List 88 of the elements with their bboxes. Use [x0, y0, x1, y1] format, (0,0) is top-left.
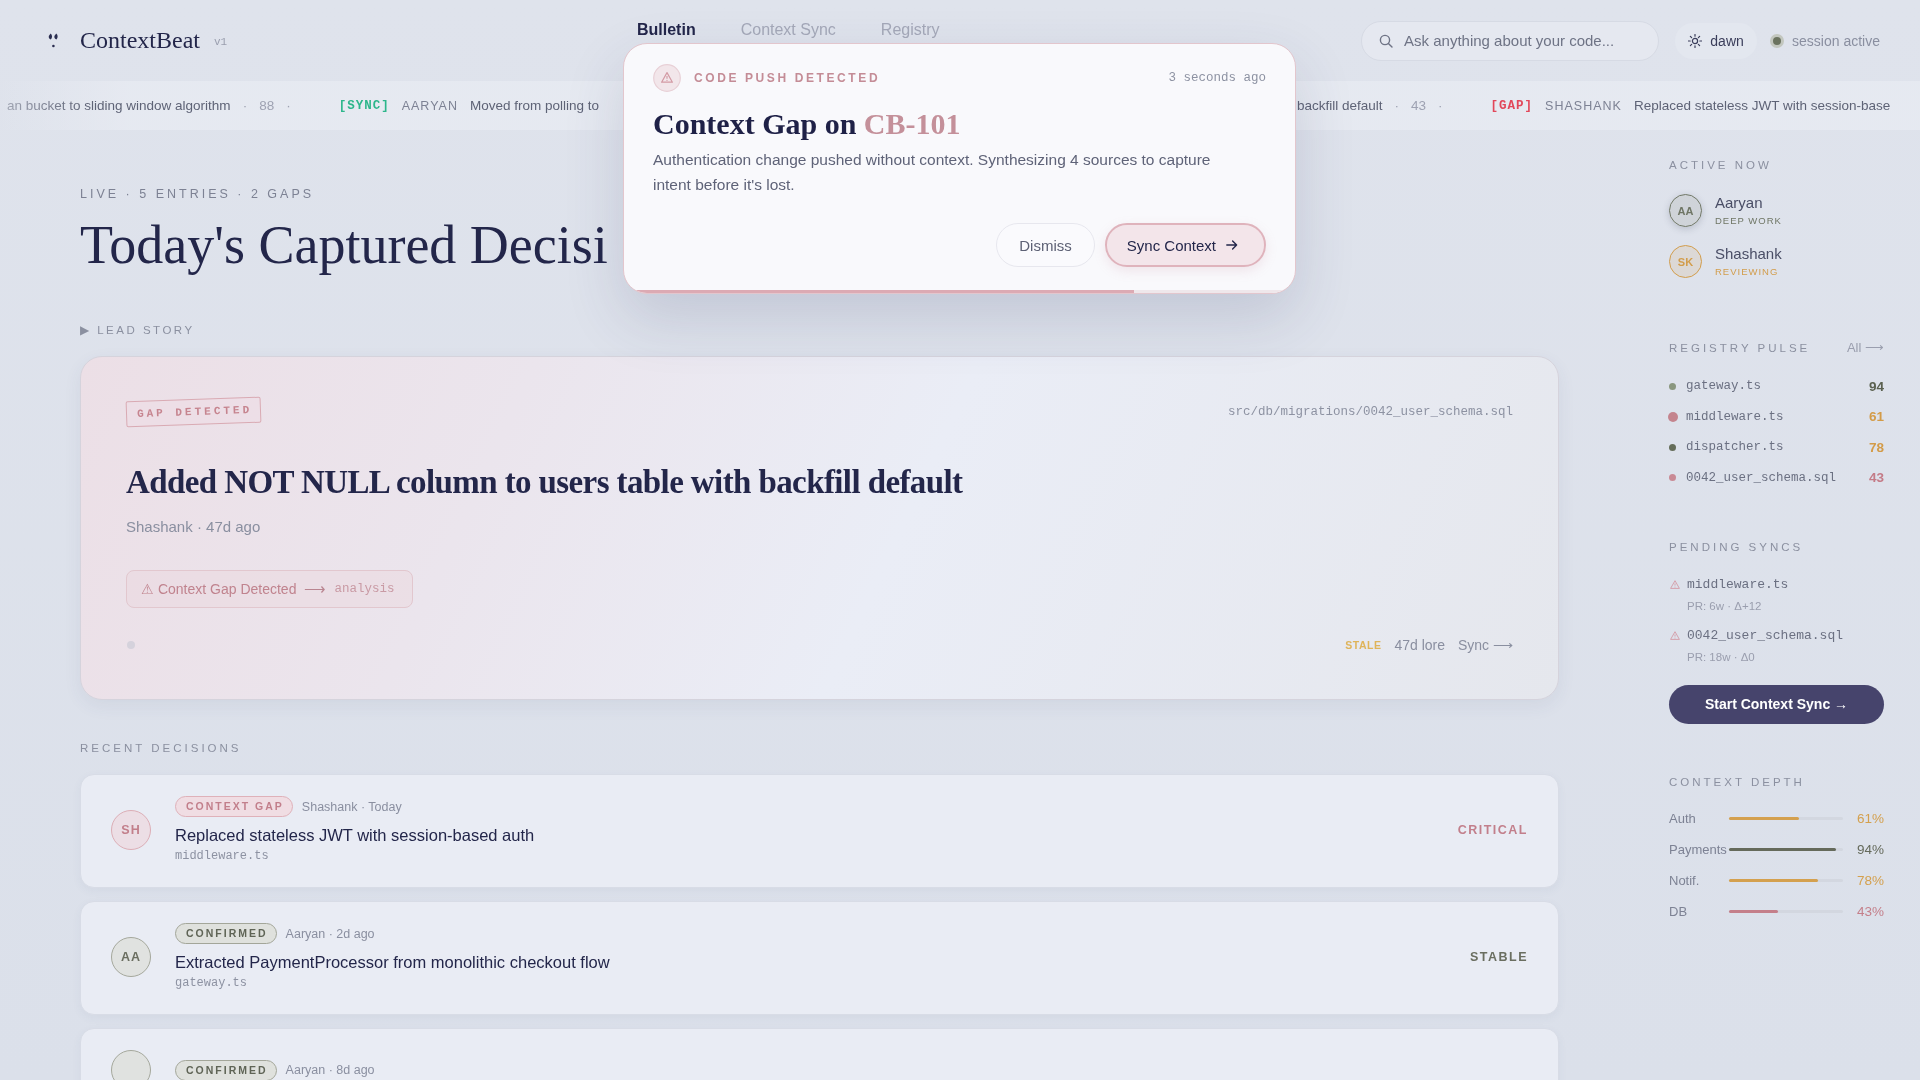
score: 94 — [1868, 378, 1884, 394]
depth-label: Auth — [1669, 811, 1697, 826]
depth-label: Payments — [1669, 842, 1728, 857]
avatar: SH — [111, 810, 151, 850]
depth-reading: 78% — [1855, 873, 1884, 888]
status-badge: CONFIRMED — [175, 923, 277, 944]
lore-age: 47d lore — [1394, 637, 1445, 653]
nav-tab[interactable]: Bulletin — [637, 21, 696, 39]
section-label: ACTIVE NOW — [1669, 158, 1773, 172]
avatar: AA — [1669, 194, 1702, 227]
decision-meta: Aaryan · 8d ago — [285, 1063, 375, 1077]
warning-icon — [1670, 631, 1680, 640]
start-sync-button[interactable]: Start Context Sync → — [1669, 684, 1884, 724]
session-status: session active — [1792, 32, 1880, 49]
file-name: middleware.ts — [1687, 575, 1790, 594]
theme-button[interactable]: dawn — [1675, 22, 1758, 59]
file-name: 0042_user_schema.sql — [1687, 626, 1845, 645]
score: 61 — [1868, 409, 1884, 424]
decision-title: Replaced stateless JWT with session-based auth — [175, 825, 535, 845]
dismiss-button[interactable]: Dismiss — [996, 223, 1095, 267]
separator: · — [242, 98, 248, 113]
section-label: REGISTRY PULSE — [1669, 340, 1811, 355]
separator: · — [1438, 98, 1443, 113]
sun-icon — [1688, 33, 1703, 48]
section-label: RECENT DECISIONS — [80, 741, 242, 755]
ticker-text: Replaced stateless JWT with session-base — [1633, 98, 1891, 113]
arrow-icon — [1226, 240, 1238, 250]
ticker-tag: [SYNC] — [338, 98, 390, 113]
severity-label: CRITICAL — [1457, 823, 1528, 837]
file-name: gateway.ts — [175, 976, 247, 991]
pending-meta: PR: 18w · Δ0 — [1687, 649, 1756, 664]
file-path: src/db/migrations/0042_user_schema.sql — [1227, 405, 1513, 419]
stale-label: STALE — [1345, 639, 1382, 651]
ticker-count: 43 — [1411, 98, 1427, 113]
depth-reading: 94% — [1855, 842, 1884, 857]
person-status: REVIEWING — [1715, 266, 1780, 278]
depth-reading: 43% — [1855, 904, 1884, 919]
file-name: gateway.ts — [1686, 379, 1762, 393]
depth-label: Notif. — [1669, 873, 1701, 888]
ticker-text: an bucket to sliding window algorithm — [7, 98, 231, 113]
score: 43 — [1868, 470, 1884, 485]
ticker-author: AARYAN — [401, 98, 458, 113]
brand-name: ContextBeat — [80, 27, 200, 54]
person-name: Shashank — [1715, 245, 1782, 263]
alert-message: Authentication change pushed without context. Synthesizing 4 sources to capture intent before it's lost. — [653, 150, 1212, 195]
status-badge: CONTEXT GAP — [175, 796, 293, 817]
story-headline: Added NOT NULL column to users table with backfill default — [126, 463, 963, 502]
avatar: AA — [111, 937, 151, 977]
ticker-count: 88 — [259, 98, 275, 113]
decision-meta: Aaryan · 2d ago — [285, 926, 375, 941]
file-name: middleware.ts — [1686, 409, 1785, 424]
page-title: Today's Captured Decisi — [80, 214, 608, 276]
section-label: PENDING SYNCS — [1669, 539, 1805, 554]
depth-label: DB — [1669, 904, 1689, 919]
warning-icon — [653, 64, 681, 92]
live-status: LIVE · 5 ENTRIES · 2 GAPS — [80, 187, 315, 202]
alert-title: Context Gap on CB-101 — [653, 106, 961, 142]
depth-reading: 61% — [1855, 811, 1884, 826]
sync-context-button[interactable]: Sync Context — [1104, 223, 1266, 267]
avatar: SK — [1669, 245, 1702, 278]
logo-icon — [48, 33, 59, 48]
section-label: CONTEXT DEPTH — [1669, 774, 1806, 789]
gap-stamp: GAP DETECTED — [125, 396, 262, 428]
file-name: middleware.ts — [175, 849, 269, 864]
warning-icon — [1670, 580, 1680, 589]
separator: · — [1394, 98, 1400, 113]
version-label: v1 — [214, 36, 228, 48]
file-name: 0042_user_schema.sql — [1686, 470, 1838, 485]
alert-kicker: CODE PUSH DETECTED — [694, 71, 881, 85]
ticker-text: backfill default — [1297, 98, 1383, 113]
file-name: dispatcher.ts — [1686, 440, 1785, 454]
search-icon — [1379, 33, 1394, 48]
separator: · — [286, 98, 291, 113]
alert-time: 3 seconds ago — [1168, 71, 1266, 85]
status-badge: CONFIRMED — [175, 1059, 277, 1080]
decision-title: Extracted PaymentProcessor from monolithic checkout flow — [175, 952, 610, 972]
ticker-text: Moved from polling to — [469, 98, 599, 113]
ticker-author: SHASHANK — [1545, 98, 1622, 113]
ticker-tag: [GAP] — [1490, 98, 1534, 113]
person-name: Aaryan — [1715, 194, 1764, 212]
story-meta: Shashank · 47d ago — [126, 518, 261, 535]
section-label: ▶ LEAD STORY — [80, 323, 195, 337]
severity-label: STABLE — [1469, 950, 1528, 964]
score: 78 — [1868, 439, 1884, 455]
decision-meta: Shashank · Today — [301, 799, 402, 814]
pending-meta: PR: 6w · Δ+12 — [1687, 598, 1763, 613]
person-status: DEEP WORK — [1715, 215, 1782, 227]
search-field[interactable]: Ask anything about your code... — [1361, 20, 1660, 61]
